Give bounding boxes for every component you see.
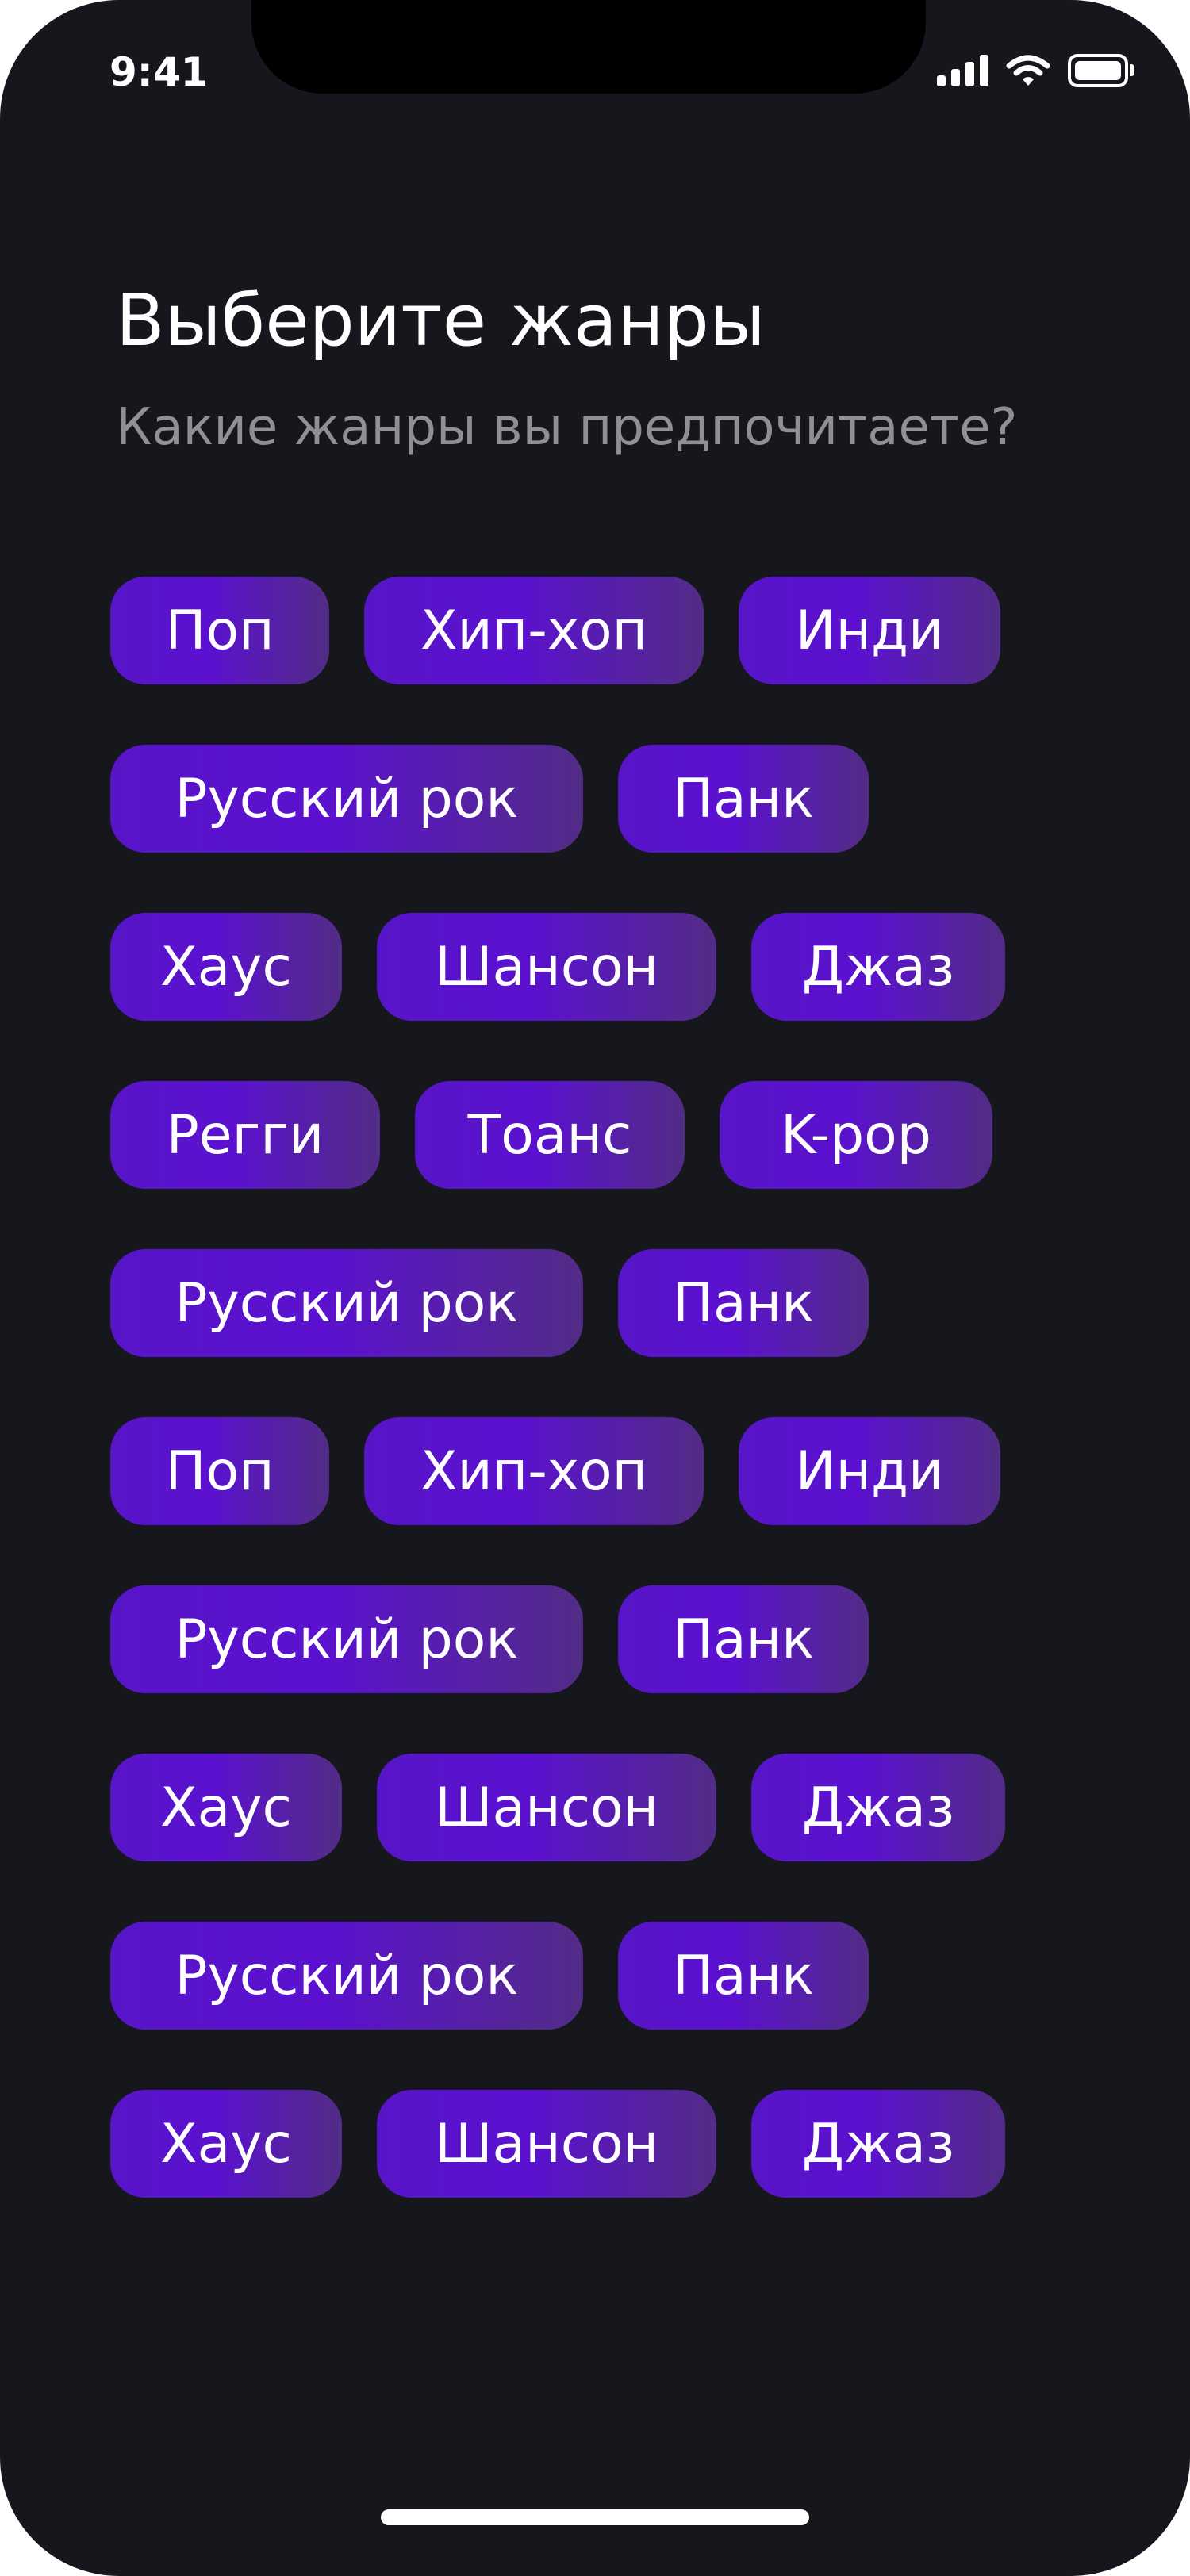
genre-row: Регги Тоанс K-pop — [110, 1081, 1094, 1189]
wifi-icon — [1006, 55, 1050, 86]
genre-chip[interactable]: Шансон — [377, 2090, 716, 2198]
genre-chip[interactable]: Джаз — [751, 2090, 1005, 2198]
genre-row: Русский рок Панк — [110, 1585, 1094, 1693]
genre-row: Поп Хип-хоп Инди — [110, 1417, 1094, 1525]
notch — [251, 0, 926, 94]
genre-row: Русский рок Панк — [110, 1922, 1094, 2030]
genre-chip[interactable]: Поп — [110, 577, 329, 684]
genre-chip[interactable]: Панк — [618, 745, 869, 853]
genre-chip[interactable]: Русский рок — [110, 1922, 583, 2030]
genre-chip[interactable]: Регги — [110, 1081, 380, 1189]
status-time: 9:41 — [109, 49, 209, 95]
genre-chip[interactable]: Хип-хоп — [364, 1417, 704, 1525]
genre-chip[interactable]: Хаус — [110, 2090, 342, 2198]
home-indicator[interactable] — [381, 2509, 809, 2525]
genre-chip[interactable]: Тоанс — [415, 1081, 685, 1189]
genre-row: Русский рок Панк — [110, 1249, 1094, 1357]
status-icons — [937, 54, 1134, 87]
genre-chip[interactable]: Русский рок — [110, 1585, 583, 1693]
page-title: Выберите жанры — [116, 279, 766, 362]
genre-chip[interactable]: Панк — [618, 1585, 869, 1693]
genre-chip[interactable]: Джаз — [751, 1754, 1005, 1861]
genre-row: Хаус Шансон Джаз — [110, 1754, 1094, 1861]
genre-chip[interactable]: Хаус — [110, 913, 342, 1021]
genre-row: Хаус Шансон Джаз — [110, 2090, 1094, 2198]
phone-screen: 9:41 Выберите жанры Какие жанры вы предп… — [0, 0, 1190, 2576]
genre-chip[interactable]: Русский рок — [110, 745, 583, 853]
genre-chip[interactable]: Инди — [739, 1417, 1000, 1525]
signal-icon — [937, 55, 988, 86]
genre-chip[interactable]: K-pop — [720, 1081, 992, 1189]
genre-chip[interactable]: Хип-хоп — [364, 577, 704, 684]
genre-chip[interactable]: Шансон — [377, 913, 716, 1021]
battery-icon — [1068, 54, 1134, 87]
genre-chip[interactable]: Панк — [618, 1922, 869, 2030]
genre-chip[interactable]: Шансон — [377, 1754, 716, 1861]
genre-row: Хаус Шансон Джаз — [110, 913, 1094, 1021]
page-subtitle: Какие жанры вы предпочитаете? — [116, 398, 1018, 457]
genre-chip[interactable]: Поп — [110, 1417, 329, 1525]
genre-chip[interactable]: Панк — [618, 1249, 869, 1357]
genre-row: Поп Хип-хоп Инди — [110, 577, 1094, 684]
genre-row: Русский рок Панк — [110, 745, 1094, 853]
genre-chip[interactable]: Русский рок — [110, 1249, 583, 1357]
genre-chip[interactable]: Хаус — [110, 1754, 342, 1861]
genre-chip[interactable]: Инди — [739, 577, 1000, 684]
genre-list: Поп Хип-хоп Инди Русский рок Панк Хаус Ш… — [110, 577, 1094, 2258]
genre-chip[interactable]: Джаз — [751, 913, 1005, 1021]
